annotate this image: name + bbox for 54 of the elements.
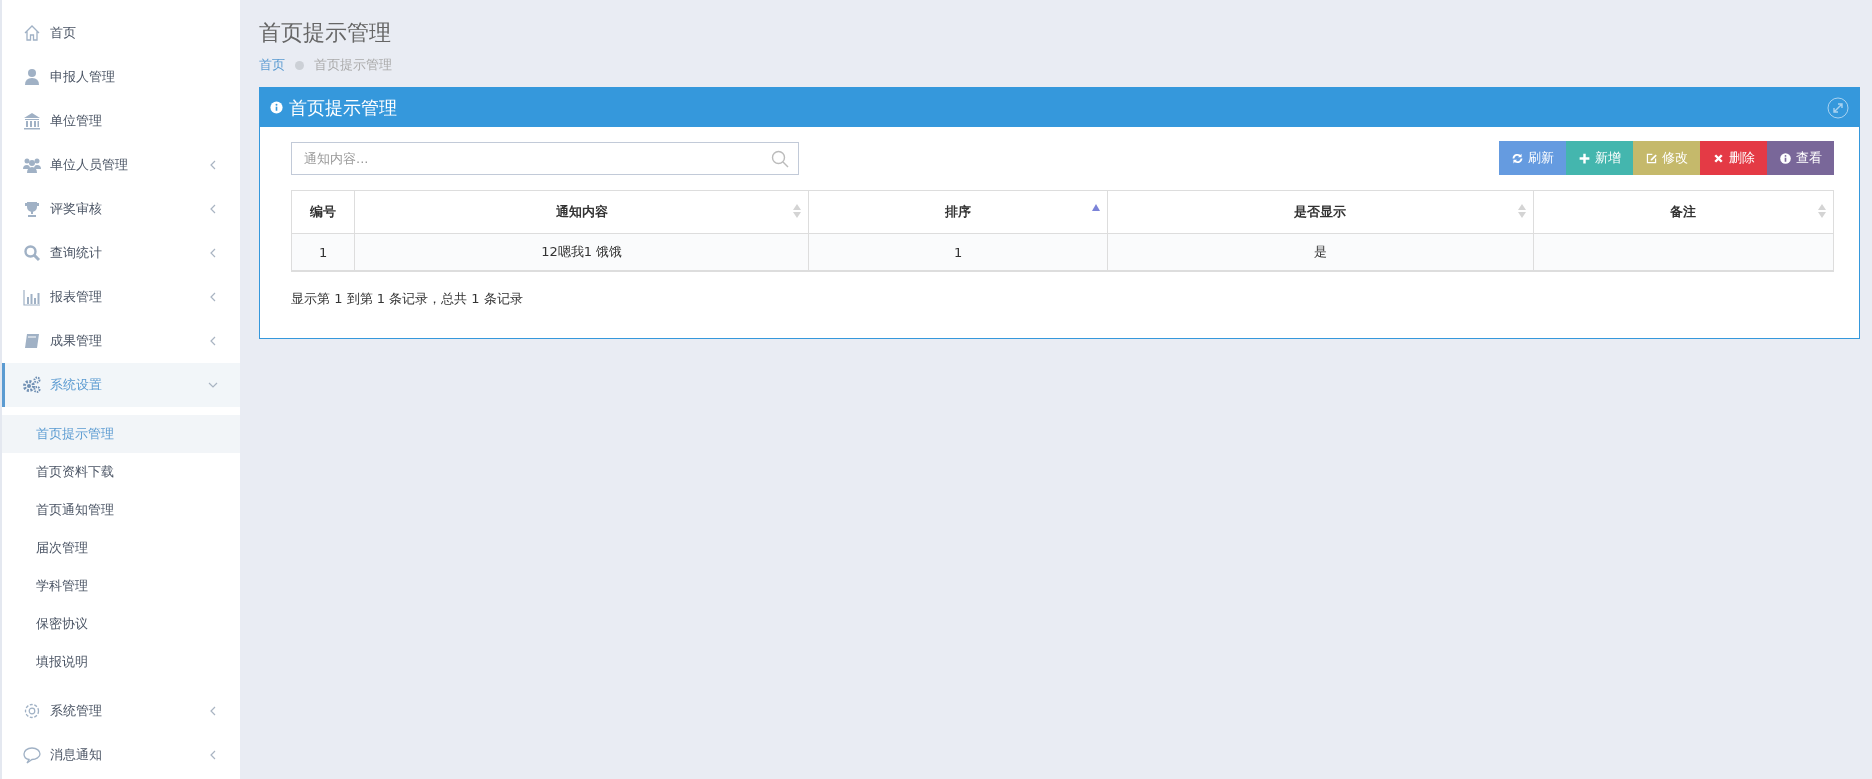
search-field[interactable]: 通知内容... <box>291 141 799 175</box>
sidebar-item[interactable]: 查询统计 <box>2 231 240 275</box>
sidebar-item[interactable]: 消息通知 <box>2 733 240 777</box>
fullscreen-icon[interactable] <box>1827 96 1849 119</box>
sidebar-item[interactable]: 系统管理 <box>2 689 240 733</box>
column-header[interactable]: 编号 <box>291 190 355 234</box>
menu-icon <box>22 243 42 263</box>
column-header[interactable]: 排序 <box>808 190 1108 234</box>
toolbar-button[interactable]: 删除 <box>1700 141 1767 175</box>
table-cell: 1 <box>808 233 1108 271</box>
column-header[interactable]: 通知内容 <box>354 190 809 234</box>
table-cell: 是 <box>1107 233 1534 271</box>
sidebar-item[interactable]: 评奖审核 <box>2 187 240 231</box>
sidebar-item[interactable]: 报表管理 <box>2 275 240 319</box>
edit-icon <box>1645 151 1658 165</box>
toolbar-button[interactable]: 查看 <box>1767 141 1834 175</box>
table-cell: 12嗯我1 饿饿 <box>354 233 809 271</box>
info-icon <box>270 101 283 114</box>
panel-title: 首页提示管理 <box>289 95 398 120</box>
submenu-item[interactable]: 届次管理 <box>2 529 240 567</box>
sidebar-item[interactable]: 申报人管理 <box>2 55 240 99</box>
sidebar-item[interactable]: 单位人员管理 <box>2 143 240 187</box>
submenu-item[interactable]: 学科管理 <box>2 567 240 605</box>
sort-icon <box>1517 204 1526 218</box>
sort-ascending-icon <box>1092 204 1101 211</box>
menu-icon <box>22 331 42 351</box>
submenu-item[interactable]: 首页通知管理 <box>2 491 240 529</box>
menu-icon <box>22 199 42 219</box>
submenu-item[interactable]: 首页资料下载 <box>2 453 240 491</box>
sort-icon <box>1818 204 1826 218</box>
menu-icon <box>22 745 42 765</box>
breadcrumb-current: 首页提示管理 <box>314 56 392 74</box>
submenu-item[interactable]: 填报说明 <box>2 643 240 681</box>
page-title: 首页提示管理 <box>259 19 392 47</box>
table-cell: 1 <box>291 233 355 271</box>
sidebar-item[interactable]: 单位管理 <box>2 99 240 143</box>
column-header[interactable]: 是否显示 <box>1107 190 1534 234</box>
pagination-info: 显示第 1 到第 1 条记录，总共 1 条记录 <box>291 290 524 308</box>
sort-icon <box>793 204 802 218</box>
sidebar-item[interactable]: 首页 <box>2 11 240 55</box>
menu-icon <box>22 375 42 395</box>
menu-icon <box>22 287 42 307</box>
refresh-icon <box>1511 151 1524 165</box>
menu-icon <box>22 701 42 721</box>
menu-icon <box>22 111 42 131</box>
breadcrumb-separator-icon <box>295 60 304 70</box>
menu-icon <box>22 67 42 87</box>
menu-icon <box>22 23 42 43</box>
info-icon <box>1779 151 1792 165</box>
sidebar-item[interactable]: 成果管理 <box>2 319 240 363</box>
plus-icon <box>1578 151 1591 165</box>
column-header[interactable]: 备注 <box>1533 190 1834 234</box>
submenu-item[interactable]: 保密协议 <box>2 605 240 643</box>
search-icon <box>771 149 789 168</box>
